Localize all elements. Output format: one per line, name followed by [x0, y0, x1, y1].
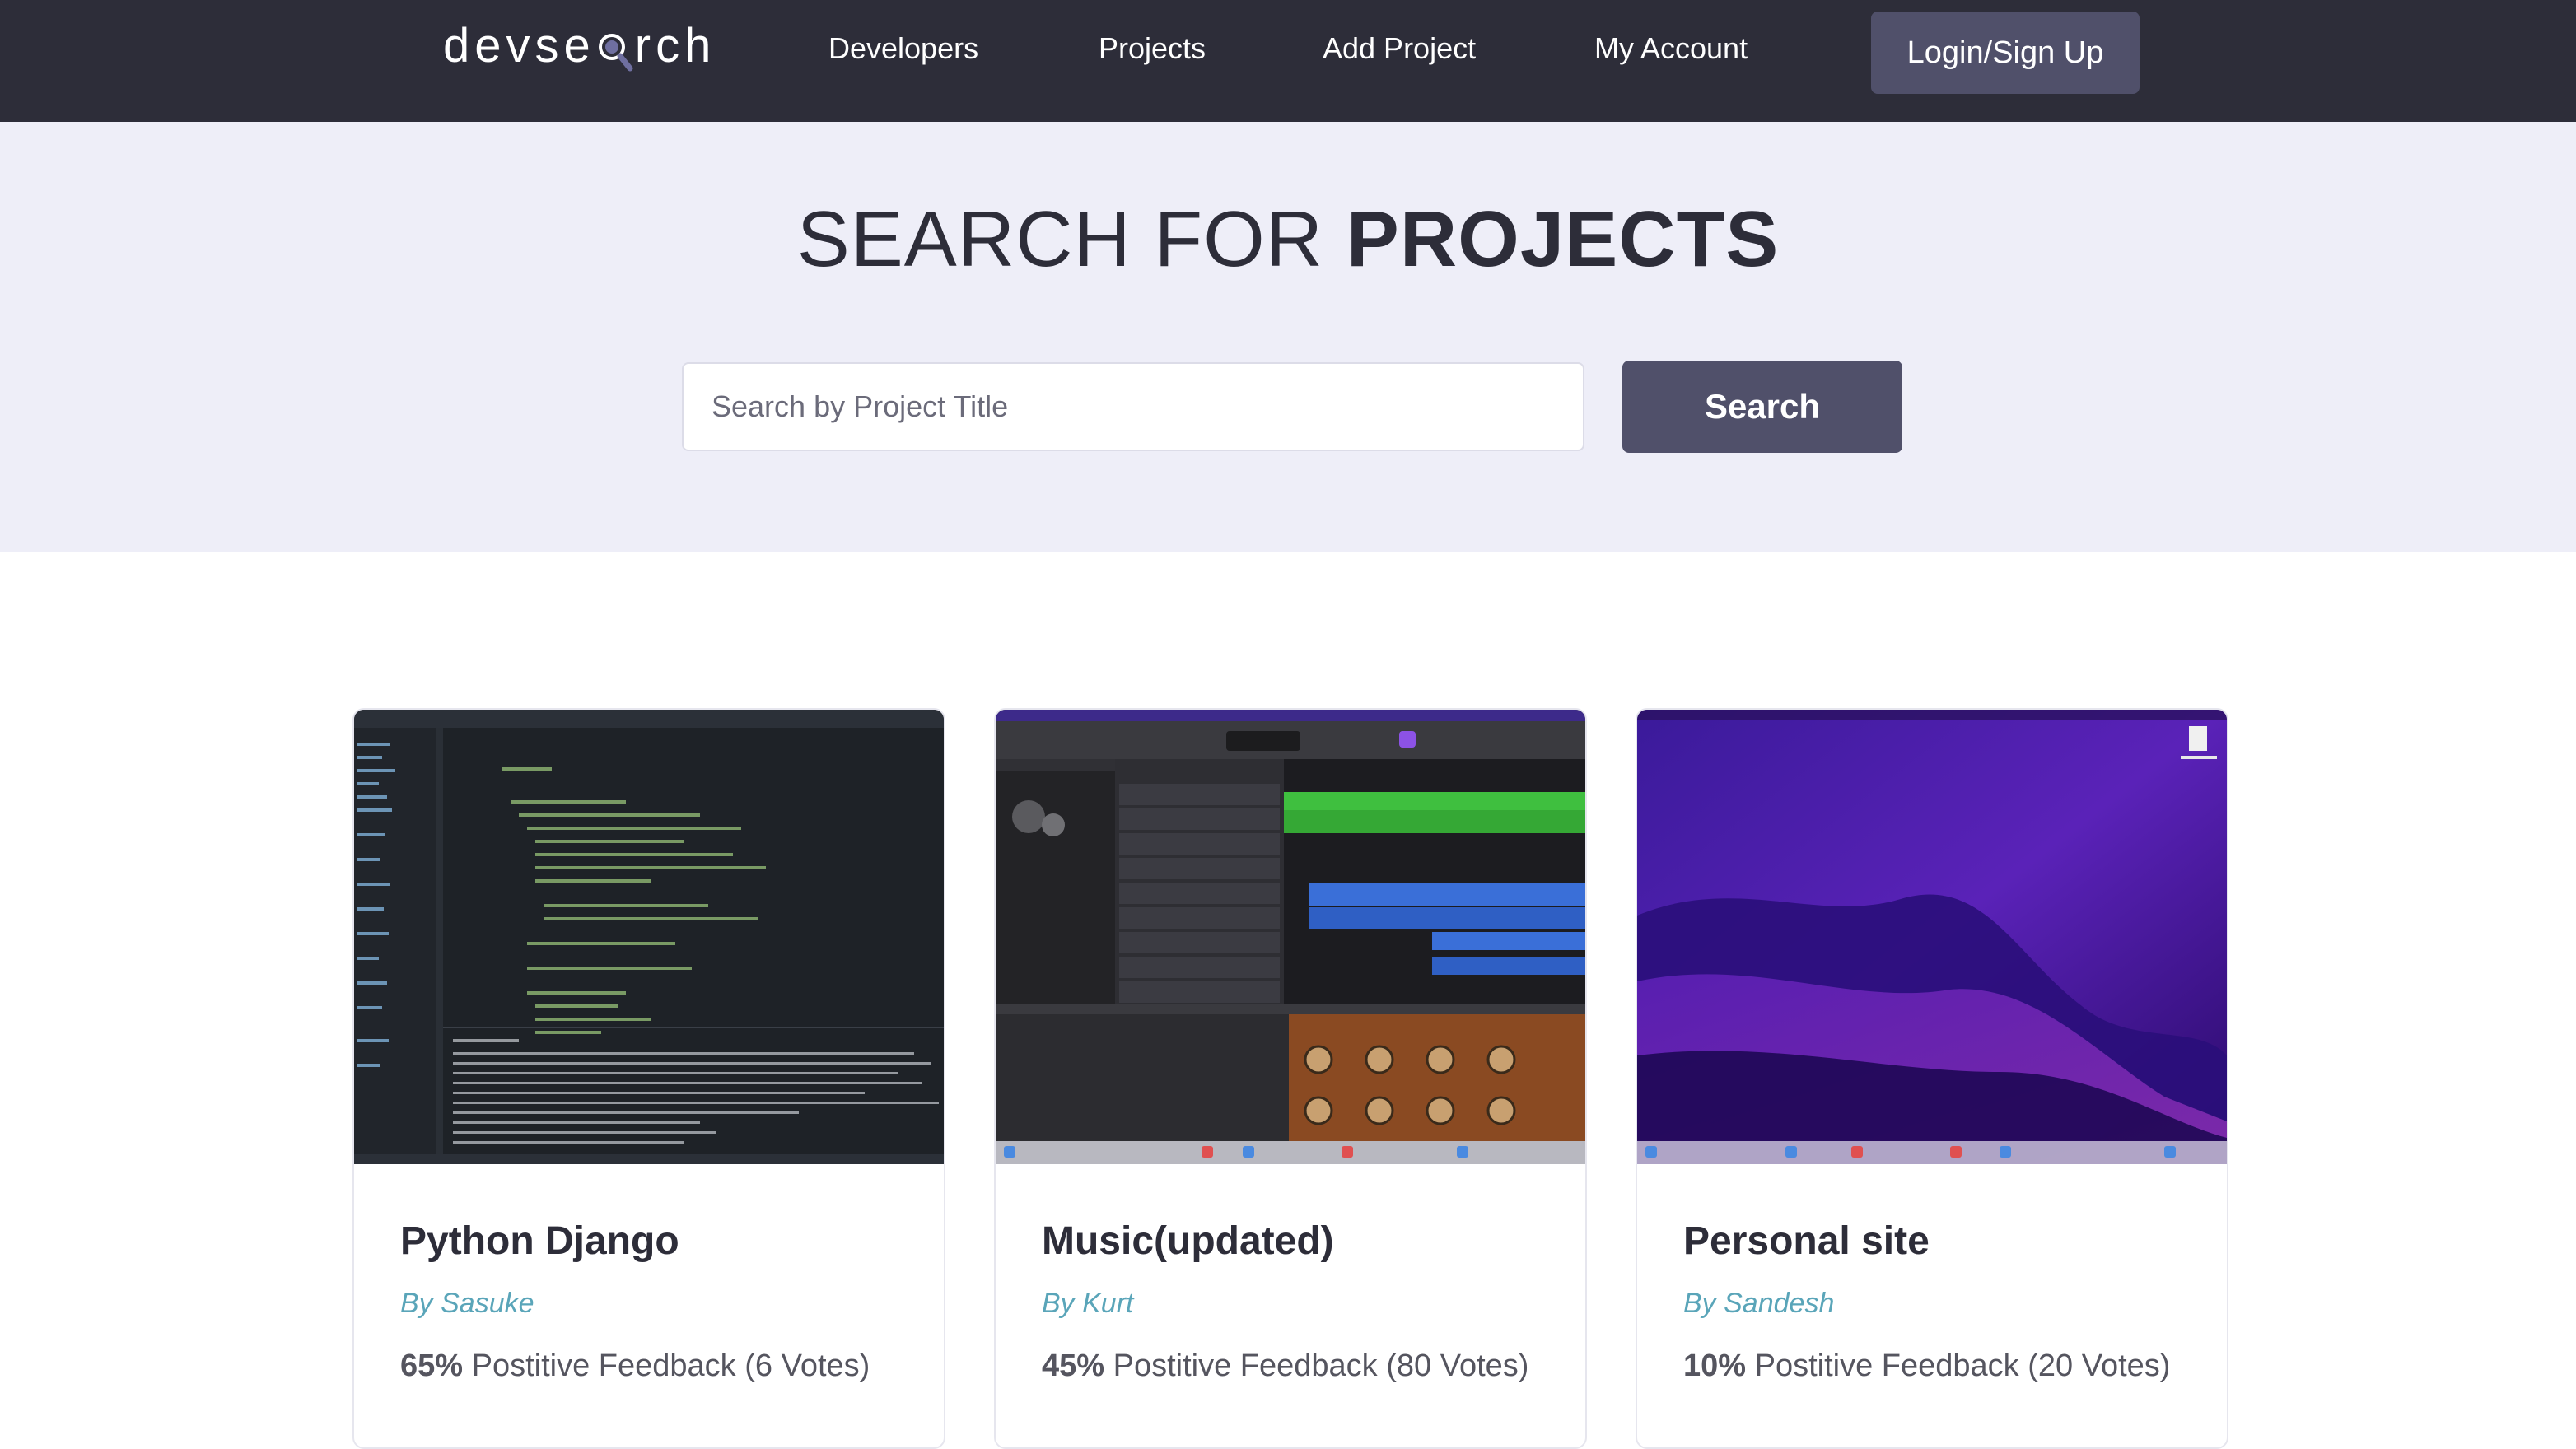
feedback-percent: 45% [1042, 1349, 1105, 1383]
project-thumbnail [354, 710, 944, 1164]
project-thumbnail [996, 710, 1585, 1164]
nav-projects[interactable]: Projects [1099, 31, 1206, 66]
project-author[interactable]: By Sandesh [1683, 1288, 1834, 1320]
project-author[interactable]: By Kurt [1042, 1288, 1133, 1320]
project-card[interactable]: Personal site By Sandesh 10% Postitive F… [1636, 708, 2228, 1449]
search-input[interactable] [682, 362, 1584, 451]
project-title: Personal site [1683, 1219, 1930, 1263]
page-title-light: SEARCH FOR [796, 195, 1346, 283]
feedback-percent: 65% [400, 1349, 464, 1383]
project-feedback: 45% Postitive Feedback (80 Votes) [1042, 1349, 1528, 1384]
project-card[interactable]: Music(updated) By Kurt 45% Postitive Fee… [994, 708, 1587, 1449]
project-feedback: 10% Postitive Feedback (20 Votes) [1683, 1349, 2170, 1384]
logo-text-rch: rch [634, 18, 716, 72]
project-thumbnail [1637, 710, 2227, 1164]
nav-developers[interactable]: Developers [828, 31, 978, 66]
project-feedback: 65% Postitive Feedback (6 Votes) [400, 1349, 870, 1384]
feedback-text: Postitive Feedback (6 Votes) [463, 1349, 870, 1383]
project-title: Python Django [400, 1219, 679, 1263]
project-card[interactable]: Python Django By Sasuke 65% Postitive Fe… [352, 708, 945, 1449]
nav-add-project[interactable]: Add Project [1323, 31, 1476, 66]
feedback-percent: 10% [1683, 1349, 1747, 1383]
navbar: devse rch Developers Projects Add Project… [0, 0, 2576, 122]
project-author[interactable]: By Sasuke [400, 1288, 534, 1320]
logo-text-dev: devse [443, 18, 595, 72]
search-button[interactable]: Search [1622, 361, 1902, 453]
project-title: Music(updated) [1042, 1219, 1334, 1263]
login-signup-button[interactable]: Login/Sign Up [1871, 12, 2140, 94]
hero-section: SEARCH FOR PROJECTS Search [0, 122, 2576, 552]
feedback-text: Postitive Feedback (80 Votes) [1104, 1349, 1529, 1383]
nav-my-account[interactable]: My Account [1594, 31, 1748, 66]
logo[interactable]: devse rch [443, 16, 716, 74]
magnifier-icon [597, 27, 633, 72]
feedback-text: Postitive Feedback (20 Votes) [1746, 1349, 2171, 1383]
page-title: SEARCH FOR PROJECTS [0, 194, 2576, 285]
page-title-bold: PROJECTS [1346, 195, 1780, 283]
